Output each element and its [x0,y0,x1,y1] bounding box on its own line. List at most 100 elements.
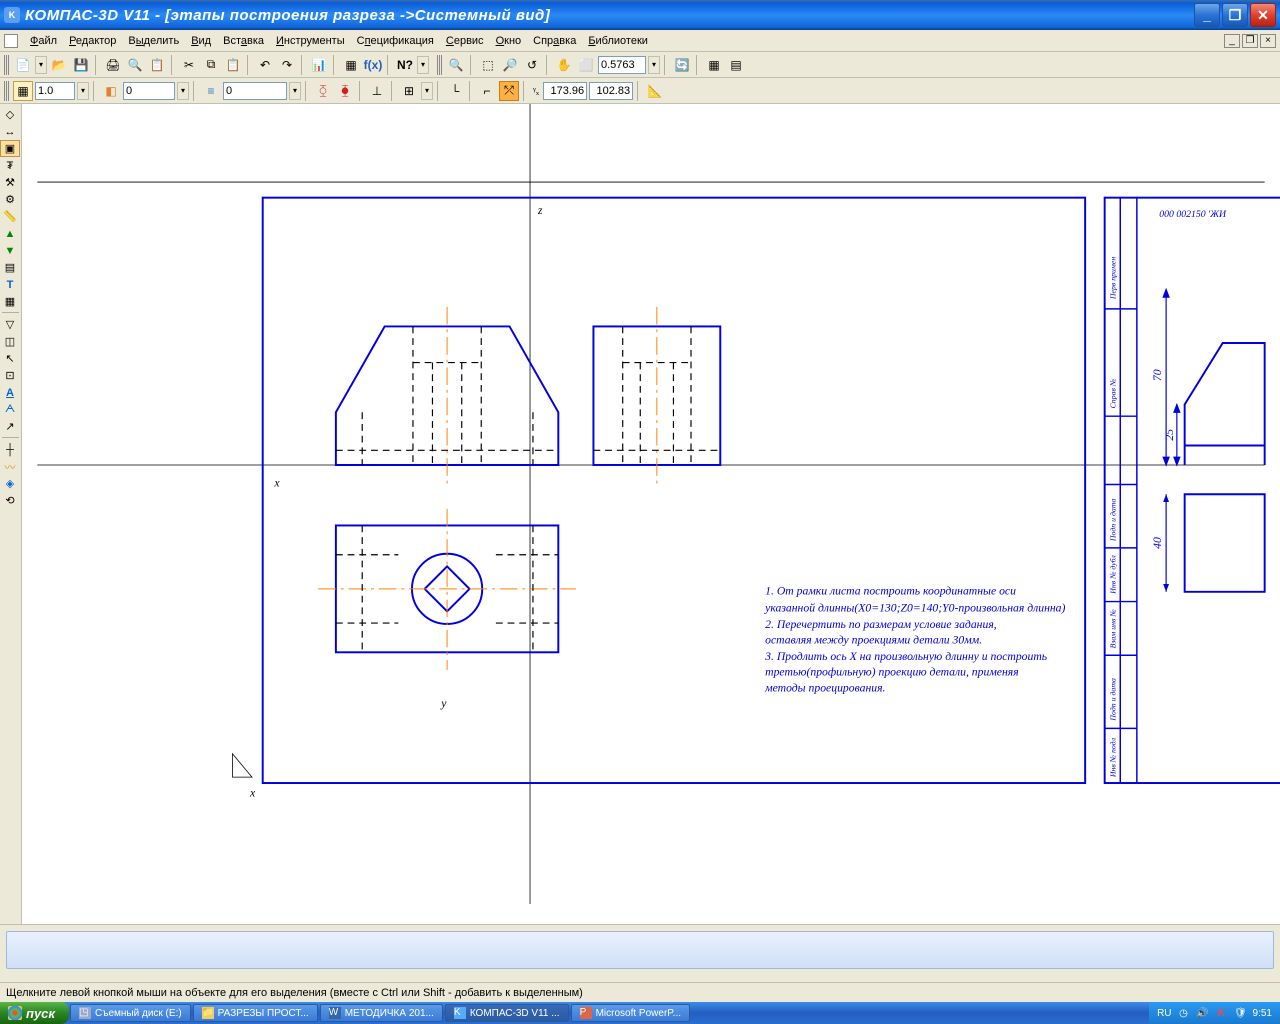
style-input[interactable] [223,82,287,100]
menu-tools[interactable]: Инструменты [270,33,351,49]
tool-geometry[interactable]: ◇ [0,106,20,123]
help-button[interactable]: N? [395,55,415,75]
toolbar-grip-2[interactable] [437,55,442,75]
menu-file[interactable]: Файл [24,33,63,49]
tool-tolerance[interactable]: ⊡ [0,367,20,384]
menu-edit[interactable]: Редактор [63,33,122,49]
redo-button[interactable]: ↷ [277,55,297,75]
menu-view[interactable]: Вид [185,33,217,49]
style-icon[interactable]: ≡ [201,81,221,101]
task-item-kompas[interactable]: KКОМПАС-3D V11 ... [445,1004,569,1022]
mdi-restore-button[interactable]: ❐ [1242,34,1258,48]
layers-button[interactable]: ▤ [726,55,746,75]
scale-input[interactable] [35,82,75,100]
task-item-removable-disk[interactable]: ◳Съемный диск (E:) [70,1004,191,1022]
manager-button[interactable]: 📊 [309,55,329,75]
zoom-fit-button[interactable]: ⬜ [576,55,596,75]
zoom-dropdown[interactable]: ▾ [648,56,660,74]
variables-button[interactable]: f(x) [363,55,383,75]
mdi-close-button[interactable]: × [1260,34,1276,48]
tool-auto-axis[interactable]: ⟲ [0,492,20,509]
ortho-button[interactable]: └ [445,81,465,101]
close-button[interactable]: ✕ [1250,3,1276,27]
mdi-minimize-button[interactable]: _ [1224,34,1240,48]
views-button[interactable]: ▦ [704,55,724,75]
tool-measure[interactable]: 📏 [0,208,20,225]
snap-settings-button[interactable]: ⧳ [335,81,355,101]
drawing-canvas[interactable]: x Перв примен Справ № Подп и дата Инв № … [22,104,1280,924]
task-item-powerpoint[interactable]: PMicrosoft PowerP... [571,1004,690,1022]
coord-y-input[interactable] [589,82,633,100]
current-state-button[interactable]: ▦ [13,81,33,101]
print-button[interactable]: 🖨 [103,55,123,75]
measure-button[interactable]: 📐 [645,81,665,101]
properties-button[interactable]: ▦ [341,55,361,75]
language-indicator[interactable]: RU [1157,1008,1171,1019]
layer-input[interactable] [123,82,175,100]
task-item-word[interactable]: WМЕТОДИЧКА 201... [320,1004,443,1022]
property-strip[interactable] [6,931,1274,969]
menu-insert[interactable]: Вставка [217,33,270,49]
tool-reports[interactable]: ▤ [0,259,20,276]
snap-toggle-button[interactable]: ⧲ [313,81,333,101]
tool-axis[interactable]: ┼ [0,441,20,458]
tray-volume-icon[interactable]: 🔊 [1196,1006,1210,1020]
layer-dropdown[interactable]: ▾ [177,82,189,100]
save-button[interactable]: 💾 [71,55,91,75]
copy-button[interactable]: ⧉ [201,55,221,75]
new-button[interactable]: 📄 [13,55,33,75]
tool-cut-line[interactable]: ᗅ [0,401,20,418]
tool-insert-text[interactable]: T [0,276,20,293]
cut-button[interactable]: ✂ [179,55,199,75]
menu-help[interactable]: Справка [527,33,582,49]
toolbar-grip[interactable] [4,55,9,75]
clock[interactable]: 9:51 [1253,1008,1272,1019]
tool-designations[interactable]: ▣ [0,140,20,157]
zoom-prev-button[interactable]: ↺ [522,55,542,75]
style-dropdown[interactable]: ▾ [289,82,301,100]
minimize-button[interactable]: _ [1194,3,1220,27]
tool-mark[interactable]: A [0,384,20,401]
tool-base[interactable]: ◫ [0,333,20,350]
tool-text[interactable]: ₮ [0,157,20,174]
local-cs-button[interactable]: ⤱ [499,81,519,101]
tool-params[interactable]: ⚙ [0,191,20,208]
open-button[interactable]: 📂 [49,55,69,75]
tool-wave[interactable]: 〰 [0,458,20,475]
undo-button[interactable]: ↶ [255,55,275,75]
layer-icon[interactable]: ◧ [101,81,121,101]
tool-leader[interactable]: ↖ [0,350,20,367]
tray-antivirus-icon[interactable]: K [1215,1006,1229,1020]
grid-toggle-button[interactable]: ⊞ [399,81,419,101]
zoom-window-button[interactable]: ⬚ [478,55,498,75]
tool-roughness[interactable]: ▽ [0,316,20,333]
preview-button[interactable]: 🔍 [125,55,145,75]
round-button[interactable]: ⌐ [477,81,497,101]
redraw-button[interactable]: 🔄 [672,55,692,75]
grid-button[interactable]: ⊥ [367,81,387,101]
start-button[interactable]: пуск [0,1002,69,1024]
tool-arrow[interactable]: ↗ [0,418,20,435]
menu-select[interactable]: Выделить [122,33,185,49]
zoom-in-button[interactable]: 🔍 [446,55,466,75]
menu-window[interactable]: Окно [490,33,528,49]
menu-service[interactable]: Сервис [440,33,490,49]
menu-spec[interactable]: Спецификация [351,33,440,49]
tool-edit[interactable]: ⚒ [0,174,20,191]
coord-x-input[interactable] [543,82,587,100]
print-setup-button[interactable]: 📋 [147,55,167,75]
menu-libs[interactable]: Библиотеки [582,33,654,49]
toolbar-grip-3[interactable] [4,81,9,101]
new-dropdown[interactable]: ▾ [35,56,47,74]
pan-button[interactable]: ✋ [554,55,574,75]
tool-select[interactable]: ▲ [0,225,20,242]
grid-dropdown[interactable]: ▾ [421,82,433,100]
tray-network-icon[interactable]: ◷ [1177,1006,1191,1020]
tool-table[interactable]: ▦ [0,293,20,310]
help-dropdown[interactable]: ▾ [417,56,429,74]
tool-spec[interactable]: ▼ [0,242,20,259]
zoom-input[interactable] [598,56,646,74]
system-tray[interactable]: RU ◷ 🔊 K 🛡 9:51 [1149,1002,1280,1024]
document-icon[interactable] [4,34,18,48]
task-item-folder[interactable]: 📁РАЗРЕЗЫ ПРОСТ... [193,1004,318,1022]
